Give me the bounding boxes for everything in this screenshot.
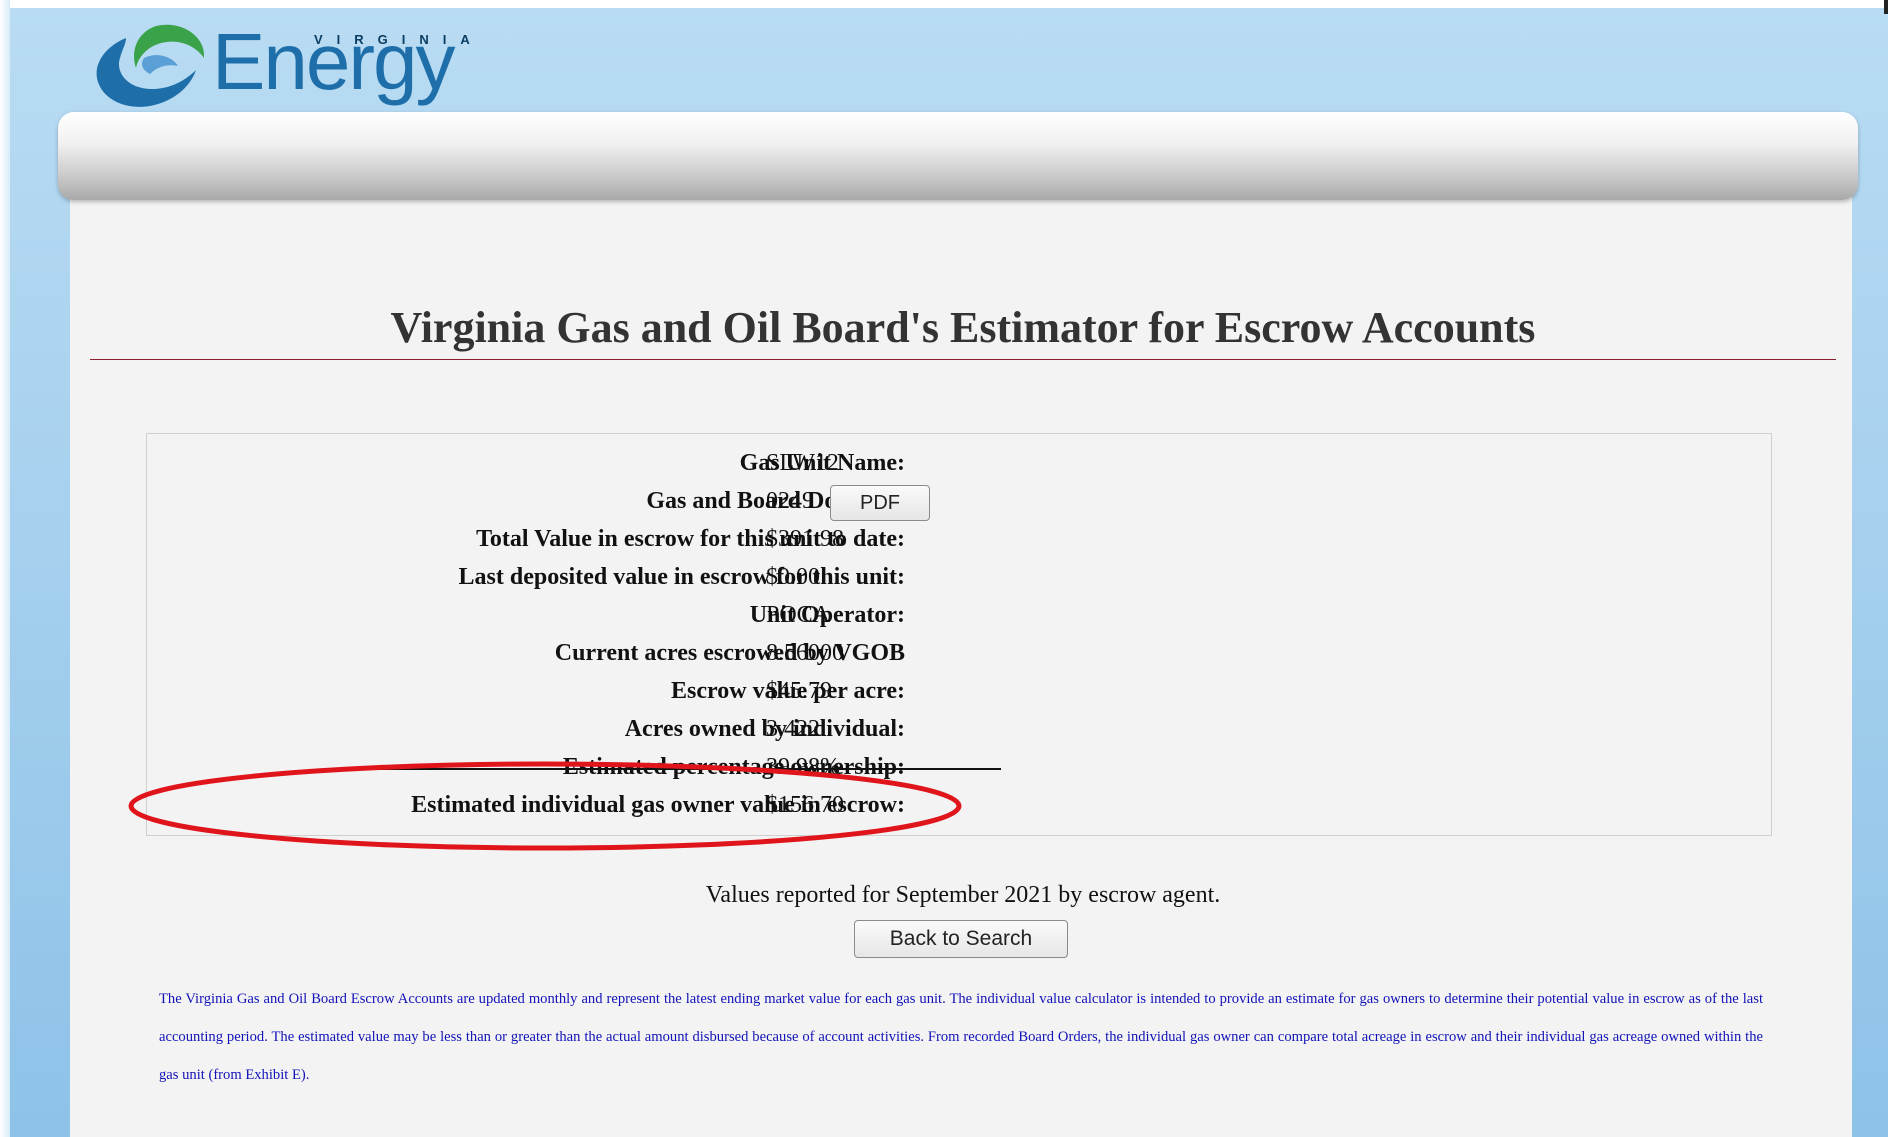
detail-label: Acres owned by individual: [624,716,905,742]
detail-label: Current acres escrowed by VGOB [554,640,905,666]
detail-value: POCA [766,602,831,628]
detail-label: Last deposited value in escrow for this … [458,564,905,590]
detail-value: $0.00 [766,564,820,590]
detail-row-acres-owned: Acres owned by individual: 3.422 [147,710,1773,748]
page-left-edge [0,0,10,1137]
detail-row-unit-operator: Unit Operator: POCA [147,596,1773,634]
detail-value: 39.98% [766,754,840,780]
escrow-details-panel: Gas Unit Name: SLW12 Gas and Board Docke… [146,433,1772,836]
title-divider [90,359,1836,360]
detail-value: 3.422 [766,716,820,742]
strikethrough-line [361,768,1001,770]
detail-value: $391.98 [766,526,844,552]
detail-row-current-acres: Current acres escrowed by VGOB 8.56000 [147,634,1773,672]
detail-row-gas-unit-name: Gas Unit Name: SLW12 [147,444,1773,482]
detail-value: 0249 [766,488,814,514]
logo-swirl-icon [96,24,205,107]
pdf-button[interactable]: PDF [830,485,930,521]
detail-row-value-per-acre: Escrow value per acre: $45.79 [147,672,1773,710]
detail-row-last-deposited: Last deposited value in escrow for this … [147,558,1773,596]
page-title: Virginia Gas and Oil Board's Estimator f… [390,303,1536,352]
detail-label: Estimated percentage ownership: [562,754,905,780]
corner-mark [1884,0,1888,14]
back-to-search-button[interactable]: Back to Search [854,920,1068,958]
logo-energy-text: Energy [212,17,455,106]
detail-value: 8.56000 [766,640,844,666]
virginia-energy-logo[interactable]: VIRGINIA Energy [86,14,506,114]
detail-row-individual-value: Estimated individual gas owner value in … [147,786,1773,824]
detail-row-docket-number: Gas and Board Docket #: 0249 PDF [147,482,1773,521]
disclaimer-text: The Virginia Gas and Oil Board Escrow Ac… [159,991,1763,1083]
page-top-edge [0,0,1888,8]
detail-value: SLW12 [766,450,839,476]
values-reported-text: Values reported for September 2021 by es… [705,882,1221,908]
nav-bar [58,112,1858,200]
detail-row-percentage-ownership: Estimated percentage ownership: 39.98% [147,748,1773,786]
detail-value: $156.70 [766,792,844,818]
detail-row-total-value: Total Value in escrow for this unit to d… [147,520,1773,558]
detail-value: $45.79 [766,678,832,704]
